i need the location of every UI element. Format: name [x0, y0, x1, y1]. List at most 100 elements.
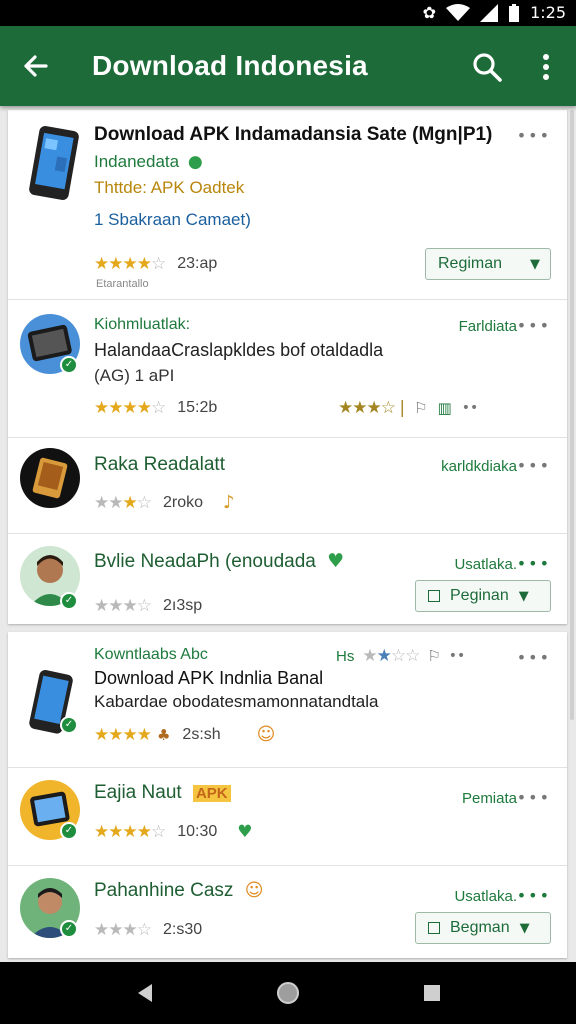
- chat-bubble-icon: ●: [187, 152, 203, 172]
- item-menu-button[interactable]: •••: [517, 456, 551, 475]
- rating-value: 2s:sh: [182, 725, 221, 743]
- star-rating: ★★★☆: [94, 492, 152, 513]
- secondary-rating: ★★★☆ | ⚐ ▥ ••: [338, 398, 478, 418]
- list-item[interactable]: ✓ Kowntlaabs Abc Hs ★★☆☆ ⚐ •• ••• Downlo…: [8, 632, 567, 768]
- item-title: Raka Readalatt: [94, 454, 225, 475]
- rating-value: 2:s30: [162, 921, 203, 938]
- triangle-back-icon: [138, 984, 152, 1002]
- verified-badge-icon: ✓: [60, 716, 78, 734]
- overflow-menu-button[interactable]: [534, 50, 558, 84]
- rating-value: 10:30: [177, 823, 218, 840]
- apk-badge: APK: [192, 785, 231, 802]
- phone-app-icon: [29, 126, 79, 200]
- action-dropdown-button[interactable]: Peginan ▼: [415, 580, 551, 612]
- award-icon: ♣: [156, 725, 171, 744]
- more-horiz-icon[interactable]: ••: [462, 400, 479, 416]
- emoji-face-icon: ☺: [244, 880, 264, 901]
- chevron-down-icon: ▼: [530, 256, 540, 272]
- nav-back-button[interactable]: [132, 980, 158, 1006]
- rating-row: ★★★★☆ 10:30 ♥: [94, 822, 253, 842]
- star-rating-secondary: ★★★☆ |: [338, 398, 405, 418]
- item-category: Pemiata: [461, 790, 517, 807]
- wifi-icon: [446, 3, 471, 21]
- list-item[interactable]: ✓ Bvlie NeadaPh (enoudada ♥ Usatlaka. ••…: [8, 534, 567, 624]
- app-link[interactable]: 1 Sbakraan Camaet): [94, 210, 251, 230]
- star-rating-secondary: ★★☆☆: [362, 646, 420, 666]
- rating-value: 23:ap: [177, 255, 218, 272]
- app-subtitle: Thttde: APK Oadtek: [94, 178, 245, 197]
- list-item[interactable]: ✓ Pahanhine Casz ☺ Usatlaka. ••• ★★★☆ 2:…: [8, 866, 567, 958]
- square-recents-icon: [424, 985, 440, 1001]
- item-description: Kabardae obodatesmamonnatandtala: [94, 692, 379, 711]
- nav-recents-button[interactable]: [419, 980, 445, 1006]
- item-category: Farldiata: [458, 318, 517, 335]
- item-menu-button[interactable]: •••: [517, 316, 551, 335]
- battery-icon: [509, 3, 520, 22]
- system-nav-bar: [0, 962, 576, 1024]
- rating-value: 15:2b: [177, 399, 218, 416]
- item-category: karldkdiaka: [441, 458, 517, 475]
- rating-row: ★★★☆ 2ı3sp: [94, 596, 202, 616]
- item-category: Usatlaka.: [454, 888, 517, 905]
- item-menu-button[interactable]: •••: [517, 554, 551, 573]
- nav-home-button[interactable]: [275, 980, 301, 1006]
- back-button[interactable]: [18, 48, 54, 84]
- rating-row: ★★★★ ♣ 2s:sh ☺: [94, 724, 275, 745]
- item-developer: Kiohmluatlak:: [94, 316, 191, 333]
- action-dropdown-button[interactable]: Begman ▼: [415, 912, 551, 944]
- install-box-icon: [428, 922, 440, 934]
- scrollbar[interactable]: [570, 110, 574, 720]
- more-vert-icon: [543, 54, 549, 80]
- developer-name: Indanedata: [94, 152, 180, 171]
- circle-home-icon: [277, 982, 299, 1004]
- item-title-row: Bvlie NeadaPh (enoudada ♥: [94, 550, 344, 573]
- search-button[interactable]: [470, 50, 504, 84]
- developer-row: Indanedata ●: [94, 152, 203, 172]
- bar-chart-icon[interactable]: ▥: [438, 399, 452, 417]
- verified-badge-icon: ✓: [60, 356, 78, 374]
- arrow-back-icon: [24, 55, 48, 77]
- emoji-face-icon: ☺: [256, 724, 276, 745]
- rating-row: ★★★★☆ 23:ap: [94, 254, 217, 274]
- item-menu-button[interactable]: •••: [517, 648, 551, 667]
- search-icon: [473, 53, 502, 82]
- action-label: Regiman: [438, 255, 503, 272]
- heart-icon: ♥: [327, 550, 345, 572]
- item-title-row: Pahanhine Casz ☺: [94, 880, 263, 902]
- item-title: Download APK Indnlia Banal: [94, 668, 324, 688]
- list-item[interactable]: ✓ Eajia Naut APK Pemiata ••• ★★★★☆ 10:30…: [8, 768, 567, 866]
- chevron-down-icon: ▼: [519, 920, 530, 936]
- verified-badge-icon: ✓: [60, 592, 78, 610]
- verified-badge-icon: ✓: [60, 822, 78, 840]
- item-menu-button[interactable]: •••: [517, 788, 551, 807]
- item-menu-button[interactable]: •••: [517, 886, 551, 905]
- small-caption: Etarantallo: [96, 278, 149, 290]
- item-developer: Kowntlaabs Abc: [94, 646, 208, 663]
- item-category: Usatlaka.: [454, 556, 517, 573]
- star-rating: ★★★★☆: [94, 398, 166, 418]
- list-item-featured[interactable]: Download APK Indamadansia Sate (Mgn|P1) …: [8, 110, 567, 300]
- action-dropdown-button[interactable]: Regiman ▼: [425, 248, 551, 280]
- action-label: Peginan: [450, 587, 509, 604]
- page-title: Download Indonesia: [92, 50, 368, 81]
- rating-value: 2roko: [162, 493, 204, 511]
- item-title: HalandaaCraslapkldes bof otaldadla: [94, 340, 384, 360]
- more-horiz-icon[interactable]: ••: [449, 648, 466, 664]
- heart-icon: ♥: [237, 822, 253, 842]
- thumbs-up-icon: ♪: [223, 492, 235, 513]
- item-category: Hs: [336, 647, 355, 665]
- app-bar: Download Indonesia: [0, 26, 576, 106]
- item-menu-button[interactable]: •••: [517, 126, 551, 145]
- rating-row: ★★★☆ 2roko ♪: [94, 492, 235, 513]
- secondary-rating: Hs ★★☆☆ ⚐ ••: [336, 646, 465, 666]
- list-item[interactable]: Raka Readalatt karldkdiaka ••• ★★★☆ 2rok…: [8, 438, 567, 534]
- star-rating: ★★★★: [94, 724, 152, 745]
- action-label: Begman: [450, 919, 510, 936]
- flag-icon[interactable]: ⚐: [414, 399, 427, 417]
- chevron-down-icon: ▼: [518, 588, 529, 604]
- list-item[interactable]: ✓ Kiohmluatlak: Farldiata ••• HalandaaCr…: [8, 300, 567, 438]
- verified-badge-icon: ✓: [60, 920, 78, 938]
- star-rating: ★★★★☆: [94, 822, 166, 842]
- rating-row: ★★★★☆ 15:2b: [94, 398, 217, 418]
- flag-icon[interactable]: ⚐: [427, 647, 440, 665]
